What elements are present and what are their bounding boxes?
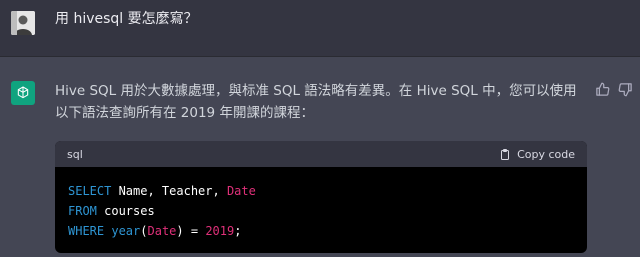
- feedback-buttons: [595, 82, 633, 97]
- copy-code-button[interactable]: Copy code: [499, 148, 575, 161]
- code-column: Date: [147, 224, 177, 238]
- thumbs-down-icon[interactable]: [618, 82, 633, 97]
- code-text: Name, Teacher,: [111, 184, 227, 198]
- code-content: SELECT Name, Teacher, Date FROM courses …: [55, 167, 587, 241]
- code-keyword: SELECT: [68, 184, 112, 198]
- code-number: 2019: [205, 224, 235, 238]
- code-column: Date: [226, 184, 256, 198]
- user-message-row: 用 hivesql 要怎麼寫？: [0, 0, 640, 57]
- copy-code-label: Copy code: [517, 147, 575, 161]
- assistant-message-text: Hive SQL 用於大數據處理，與标准 SQL 語法略有差異。在 Hive S…: [55, 83, 577, 121]
- clipboard-icon: [499, 148, 511, 161]
- code-block-header: sql Copy code: [55, 141, 587, 167]
- code-text: ;: [234, 224, 242, 238]
- user-avatar: [11, 11, 35, 35]
- code-text: ) =: [176, 224, 206, 238]
- code-function: year: [111, 224, 141, 238]
- user-message-text: 用 hivesql 要怎麼寫？: [55, 11, 198, 27]
- code-keyword: FROM: [68, 204, 97, 218]
- code-text: courses: [96, 204, 155, 218]
- code-language-label: sql: [67, 147, 83, 161]
- thumbs-up-icon[interactable]: [595, 82, 610, 97]
- code-keyword: WHERE: [68, 224, 105, 238]
- code-text: (: [140, 224, 148, 238]
- chat-page: 用 hivesql 要怎麼寫？ Hive SQL 用於大數據處理，與标准 SQL…: [0, 0, 640, 257]
- openai-logo-icon: [11, 81, 35, 105]
- code-block: sql Copy code SELECT Name, Teacher, Date…: [55, 141, 587, 253]
- assistant-message-row: Hive SQL 用於大數據處理，與标准 SQL 語法略有差異。在 Hive S…: [0, 57, 640, 257]
